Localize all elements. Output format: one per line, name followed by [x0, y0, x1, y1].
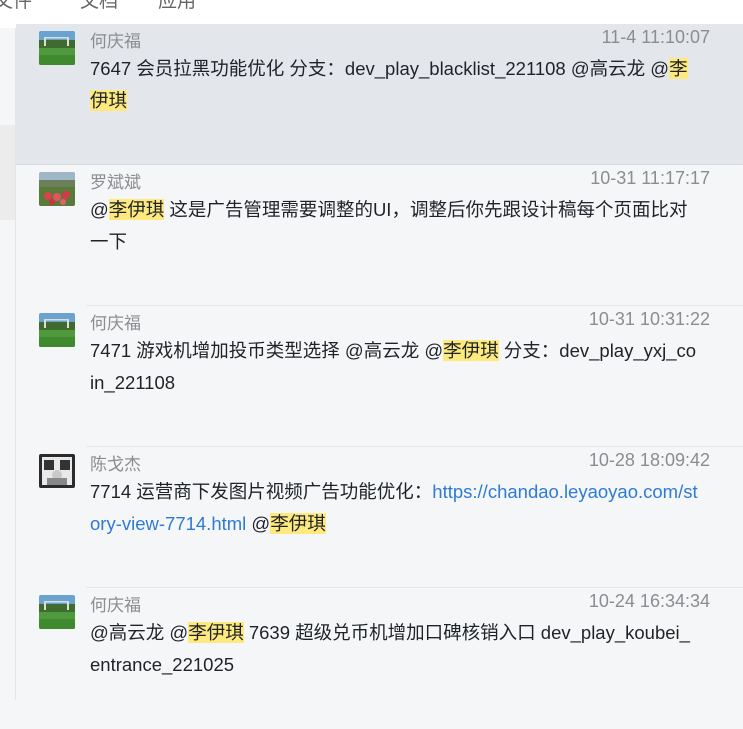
mention-highlight[interactable]: 李伊琪 [270, 513, 326, 534]
message-time: 10-31 11:17:17 [590, 168, 710, 188]
message-item[interactable]: 何庆福 10-31 10:31:22 7471 游戏机增加投币类型选择 @高云龙… [16, 306, 743, 447]
mention-at: @ [169, 622, 189, 643]
message-list[interactable]: 何庆福 11-4 11:10:07 7647 会员拉黑功能优化 分支：dev_p… [16, 24, 743, 700]
avatar[interactable] [39, 454, 75, 488]
message-text: 7714 运营商下发图片视频广告功能优化：https://chandao.ley… [90, 476, 700, 540]
mention-at: @ [251, 513, 271, 534]
mention-at: @ [90, 199, 109, 220]
message-item[interactable]: 陈戈杰 10-28 18:09:42 7714 运营商下发图片视频广告功能优化：… [16, 447, 743, 588]
mention-highlight[interactable]: 李伊琪 [108, 199, 165, 220]
mention-at: @ [424, 340, 444, 361]
message-item[interactable]: 罗斌斌 10-31 11:17:17 @李伊琪 这是广告管理需要调整的UI，调整… [16, 165, 743, 306]
message-time: 10-31 10:31:22 [588, 309, 710, 329]
message-text: @李伊琪 这是广告管理需要调整的UI，调整后你先跟设计稿每个页面比对一下 [90, 194, 700, 258]
message-time: 10-24 16:34:34 [588, 591, 710, 611]
message-time: 10-28 18:09:42 [588, 450, 710, 470]
message-item[interactable]: 何庆福 10-24 16:34:34 @高云龙 @李伊琪 7639 超级兑币机增… [16, 588, 743, 729]
sidebar-edge [0, 125, 16, 220]
mention-highlight[interactable]: 李伊琪 [443, 340, 499, 361]
mention-at: @ [650, 58, 670, 79]
message-text: 7471 游戏机增加投币类型选择 @高云龙 @李伊琪 分支：dev_play_y… [90, 335, 700, 399]
sender-name: 罗斌斌 [90, 173, 141, 192]
avatar[interactable] [39, 31, 75, 65]
tab-files[interactable]: 文件 [0, 0, 32, 13]
sender-name: 何庆福 [90, 314, 141, 333]
message-text: 7647 会员拉黑功能优化 分支：dev_play_blacklist_2211… [90, 53, 700, 117]
tab-apps[interactable]: 应用 [158, 0, 196, 13]
mention-highlight[interactable]: 李伊琪 [188, 622, 244, 643]
sender-name: 何庆福 [90, 32, 141, 51]
message-text-part: 7714 运营商下发图片视频广告功能优化： [90, 481, 433, 502]
avatar[interactable] [39, 595, 75, 629]
message-item[interactable]: 何庆福 11-4 11:10:07 7647 会员拉黑功能优化 分支：dev_p… [16, 24, 743, 165]
message-text-part: 这是广告管理需要调整的UI，调整后你先跟设计稿每个页面比对一下 [90, 199, 688, 252]
sender-name: 陈戈杰 [90, 455, 141, 474]
message-text: @高云龙 @李伊琪 7639 超级兑币机增加口碑核销入口 dev_play_ko… [90, 617, 700, 681]
tab-docs[interactable]: 文档 [80, 0, 118, 13]
message-text-part: 7471 游戏机增加投币类型选择 @高云龙 [90, 340, 425, 361]
message-text-part: 7647 会员拉黑功能优化 分支：dev_play_blacklist_2211… [90, 58, 651, 79]
avatar[interactable] [39, 172, 75, 206]
sender-name: 何庆福 [90, 596, 141, 615]
avatar[interactable] [39, 313, 75, 347]
message-text-part: @高云龙 [90, 622, 170, 643]
message-time: 11-4 11:10:07 [601, 27, 710, 47]
